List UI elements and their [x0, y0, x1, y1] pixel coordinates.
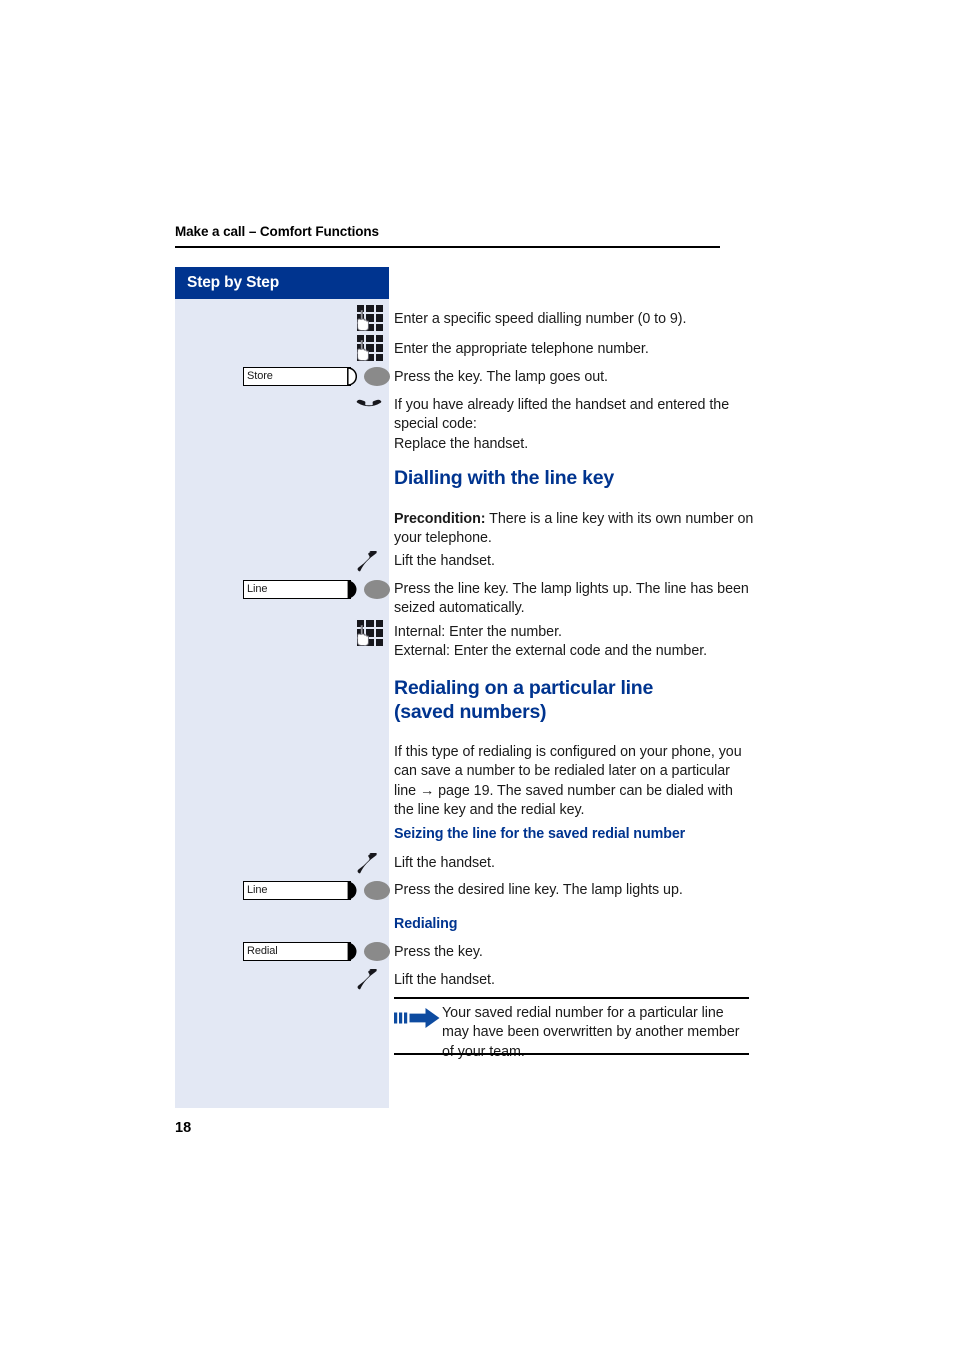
step-by-step-title: Step by Step: [187, 274, 280, 291]
step-text-line1: If you have already lifted the handset a…: [394, 397, 730, 413]
precondition-label: Precondition:: [394, 511, 486, 527]
step-text: Lift the handset.: [394, 972, 495, 988]
lift-handset-icon: [357, 969, 377, 990]
step-speed-dial-number: Enter a specific speed dialling number (…: [394, 310, 754, 329]
function-key-half-disc-filled-icon: [347, 580, 357, 599]
note-arrow-icon: [394, 1008, 440, 1028]
function-key-half-disc-outline-icon: [347, 367, 357, 386]
step-text-line1: Internal: Enter the number.: [394, 624, 562, 640]
step-text: Press the key. The lamp goes out.: [394, 369, 608, 385]
step-text: Lift the handset.: [394, 553, 495, 569]
step-lift-handset-redial: Lift the handset.: [394, 971, 754, 990]
step-telephone-number: Enter the appropriate telephone number.: [394, 340, 754, 359]
step-replace-handset: If you have already lifted the handset a…: [394, 396, 746, 454]
running-head-text: Make a call – Comfort Functions: [175, 224, 379, 239]
subheading-redialing: Redialing: [394, 916, 458, 932]
step-press-key-lamp-out: Press the key. The lamp goes out.: [394, 368, 754, 387]
heading-line-2: (saved numbers): [394, 701, 547, 723]
step-lift-handset-seize: Lift the handset.: [394, 854, 754, 873]
function-key-lamp: [364, 367, 390, 386]
redialing-body-paragraph: If this type of redialing is configured …: [394, 744, 742, 818]
running-head: Make a call – Comfort Functions: [175, 224, 720, 240]
precondition-paragraph: Precondition: There is a line key with i…: [394, 510, 756, 549]
function-key-label: Line: [247, 884, 268, 896]
keypad-icon: [357, 620, 384, 647]
function-key-lamp: [364, 942, 390, 961]
hand-finger-icon: [357, 310, 369, 331]
step-text-line2: special code:: [394, 416, 477, 433]
running-head-rule: [175, 246, 720, 248]
step-text: Press the desired line key. The lamp lig…: [394, 882, 683, 898]
step-lift-handset: Lift the handset.: [394, 552, 754, 571]
hand-finger-icon: [357, 340, 369, 361]
keypad-icon: [357, 305, 384, 332]
step-text: Enter a specific speed dialling number (…: [394, 311, 687, 327]
step-text: Press the key.: [394, 944, 483, 960]
step-press-the-key: Press the key.: [394, 943, 754, 962]
step-press-line-key: Press the line key. The lamp lights up. …: [394, 580, 749, 619]
function-key-half-disc-filled-icon: [347, 942, 357, 961]
note-rule-bottom: [394, 1053, 749, 1055]
function-key-label: Redial: [247, 945, 278, 957]
step-text: Lift the handset.: [394, 855, 495, 871]
function-key-label: Line: [247, 583, 268, 595]
step-text: Press the line key. The lamp lights up. …: [394, 581, 749, 617]
step-by-step-header: Step by Step: [175, 267, 389, 299]
replace-handset-icon: [356, 399, 382, 407]
hand-finger-icon: [357, 625, 369, 646]
heading-line-1: Redialing on a particular line: [394, 677, 654, 699]
heading-redialing-particular-line: Redialing on a particular line (saved nu…: [394, 676, 754, 724]
lift-handset-icon: [357, 853, 377, 874]
function-key-lamp: [364, 881, 390, 900]
note-rule-top: [394, 997, 749, 999]
function-key-label: Store: [247, 370, 273, 382]
step-text-line3: Replace the handset.: [394, 435, 529, 452]
manual-page: Make a call – Comfort Functions Step by …: [0, 0, 954, 1351]
lift-handset-icon: [357, 551, 377, 572]
heading-dialling-with-line-key: Dialling with the line key: [394, 467, 614, 489]
subheading-seizing-line: Seizing the line for the saved redial nu…: [394, 826, 686, 842]
step-text-line2: External: Enter the external code and th…: [394, 643, 708, 660]
page-number: 18: [175, 1120, 192, 1136]
step-text: Enter the appropriate telephone number.: [394, 341, 649, 357]
keypad-icon: [357, 335, 384, 362]
function-key-half-disc-filled-icon: [347, 881, 357, 900]
function-key-lamp: [364, 580, 390, 599]
step-enter-number-internal-external: Internal: Enter the number. External: En…: [394, 623, 754, 662]
step-press-desired-line-key: Press the desired line key. The lamp lig…: [394, 881, 754, 900]
